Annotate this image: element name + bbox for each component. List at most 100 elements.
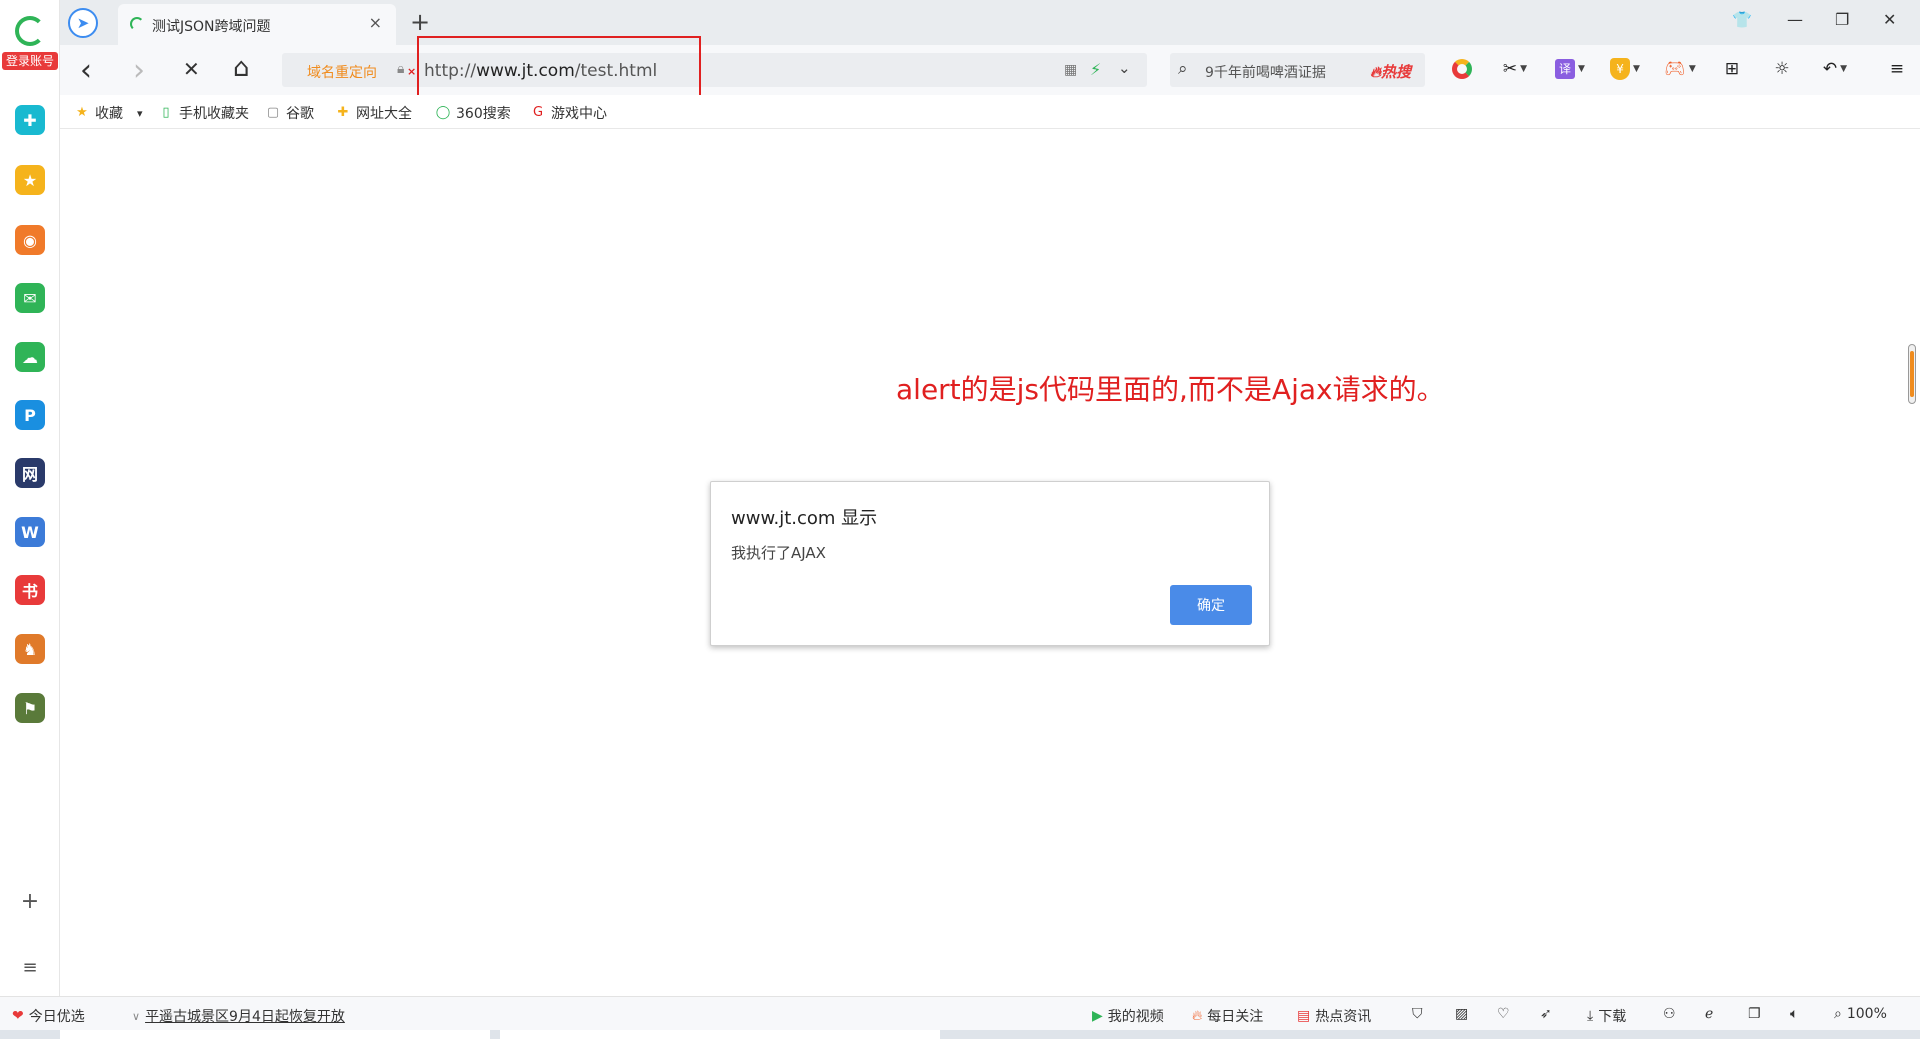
address-bar[interactable]: 域名重定向 🔒︎ × http://www.jt.com/test.html ▦… <box>282 53 1147 87</box>
hot-news-item[interactable]: ▤ 热点资讯 <box>1297 1006 1371 1026</box>
zoom-item[interactable]: ⌕ 100% <box>1834 1006 1887 1022</box>
bookmark-item[interactable]: G 游戏中心 <box>530 103 607 123</box>
taskbar-segment <box>60 1030 490 1039</box>
daily-follow-label: 每日关注 <box>1207 1009 1264 1025</box>
search-suggestion[interactable]: 9千年前喝啤酒证据 <box>1205 62 1326 82</box>
image-icon[interactable]: ▨ <box>1455 1006 1468 1022</box>
daily-follow-item[interactable]: 🔥︎ 每日关注 <box>1192 1006 1263 1026</box>
my-video-item[interactable]: ▶ 我的视频 <box>1092 1006 1164 1026</box>
volume-icon[interactable]: 🔈︎ <box>1790 1006 1798 1022</box>
plus-circle-icon[interactable]: ✚ <box>15 105 45 135</box>
qrcode-icon[interactable]: ▦ <box>1064 62 1077 78</box>
browser-logo[interactable]: 登录账号 <box>2 14 58 74</box>
today-picks-label: 今日优选 <box>28 1009 85 1025</box>
translate-icon[interactable]: 译 ▼ <box>1550 57 1590 81</box>
forward-button[interactable]: › <box>133 53 145 88</box>
ie-mode-icon[interactable]: ℯ <box>1705 1006 1713 1022</box>
hot-news-label: 热点资讯 <box>1315 1009 1372 1025</box>
speed-mode-icon[interactable]: ⚡ <box>1090 60 1101 79</box>
bookmark-label: 谷歌 <box>286 106 314 122</box>
download-item[interactable]: ⤓ 下载 <box>1587 1006 1626 1026</box>
phone-icon: ▯ <box>162 105 170 120</box>
bookmark-item[interactable]: ✚ 网址大全 <box>335 103 412 123</box>
new-tab-button[interactable]: + <box>410 8 430 36</box>
hot-search-label[interactable]: 🔥︎热搜 <box>1370 61 1411 82</box>
rocket-icon[interactable]: ➶ <box>1540 1006 1552 1022</box>
minimize-button[interactable]: — <box>1787 10 1803 29</box>
p-app-icon[interactable]: P <box>15 400 45 430</box>
bookmark-item[interactable]: ▯ 手机收藏夹 <box>158 103 249 123</box>
title-bar: ➤ 测试JSON跨域问题 × + 👕 — ❐ ✕ <box>60 0 1920 45</box>
game-icon-1[interactable]: ♞ <box>15 634 45 664</box>
restore-button[interactable]: ❐ <box>1835 10 1849 29</box>
sidebar-menu-icon[interactable]: ≡ <box>18 956 42 980</box>
close-window-button[interactable]: ✕ <box>1883 10 1896 29</box>
bookmark-item[interactable]: ▢ 谷歌 <box>265 103 314 123</box>
back-button[interactable]: ‹ <box>80 53 92 88</box>
status-bar: ❤ 今日优选 ∨ 平遥古城景区9月4日起恢复开放 ▶ 我的视频 🔥︎ 每日关注 ▤ 热点资… <box>0 996 1920 1030</box>
browser-window: 登录账号 ✚ ★ ◉ ✉ ☁ P 网 W 书 ♞ ⚑ + ≡ ➤ 测试JSON跨域问题 × + 👕 … <box>0 0 1920 1039</box>
bookmark-dropdown-icon[interactable]: ▾ <box>137 107 143 120</box>
incognito-icon[interactable]: ⚇ <box>1663 1006 1676 1022</box>
main-menu-icon[interactable]: ≡ <box>1885 57 1909 81</box>
screenshot-scissors-icon[interactable]: ✂ ▼ <box>1495 57 1535 81</box>
skin-icon[interactable]: 👕 <box>1732 10 1752 29</box>
add-app-button[interactable]: + <box>18 890 42 914</box>
game-ask-icon[interactable]: 网 <box>15 458 45 488</box>
bookmark-label: 游戏中心 <box>551 106 607 122</box>
web-icon: ✚ <box>337 105 349 120</box>
page-icon: ▢ <box>266 105 280 120</box>
tab-close-icon[interactable]: × <box>369 13 382 32</box>
scrollbar-thumb[interactable] <box>1910 351 1914 397</box>
health-heart-icon[interactable]: ♡ <box>1497 1006 1510 1022</box>
weibo-icon[interactable]: ◉ <box>15 225 45 255</box>
star-icon[interactable]: ★ <box>15 165 45 195</box>
heart-icon: ❤ <box>12 1008 24 1024</box>
apps-grid-icon[interactable]: ⊞ <box>1720 57 1744 81</box>
shield-icon[interactable]: ⛉ <box>1412 1006 1423 1022</box>
brightness-icon[interactable]: ☼ <box>1770 57 1794 81</box>
domain-redirect-label[interactable]: 域名重定向 <box>307 62 377 82</box>
search360-icon: ◯ <box>435 105 451 120</box>
dialog-message: 我执行了AJAX <box>731 544 826 562</box>
hot-search-text: 热搜 <box>1381 63 1412 81</box>
gamepad-icon[interactable]: 🎮︎ ▼ <box>1660 57 1700 81</box>
tab-title: 测试JSON跨域问题 <box>152 19 271 35</box>
bookmark-label: 手机收藏夹 <box>179 106 249 122</box>
browser-e-icon <box>15 16 45 46</box>
mail-icon[interactable]: ✉ <box>15 283 45 313</box>
dialog-ok-button[interactable]: 确定 <box>1170 585 1252 625</box>
download-label: 下载 <box>1598 1009 1627 1025</box>
star-icon: ★ <box>76 105 88 120</box>
taskbar-strip <box>0 1030 1920 1039</box>
bookmark-item[interactable]: ◯ 360搜索 <box>435 103 511 123</box>
left-sidebar: 登录账号 ✚ ★ ◉ ✉ ☁ P 网 W 书 ♞ ⚑ + ≡ <box>0 0 60 996</box>
my-video-label: 我的视频 <box>1107 1009 1164 1025</box>
stop-loading-button[interactable]: ✕ <box>183 57 200 81</box>
home-button[interactable]: ⌂ <box>233 53 250 83</box>
taskbar-segment <box>500 1030 940 1039</box>
video-play-icon: ▶ <box>1092 1008 1103 1024</box>
game-center-icon: G <box>532 105 544 120</box>
undo-icon[interactable]: ↶ ▼ <box>1815 57 1855 81</box>
news-ticker-item[interactable]: ∨ 平遥古城景区9月4日起恢复开放 <box>132 1006 345 1026</box>
document-icon[interactable]: W <box>15 517 45 547</box>
today-picks-item[interactable]: ❤ 今日优选 <box>12 1006 85 1026</box>
tab-active[interactable]: 测试JSON跨域问题 × <box>118 4 396 45</box>
cloud-icon[interactable]: ☁ <box>15 342 45 372</box>
chevron-down-icon[interactable]: ⌄ <box>1118 59 1131 77</box>
chrome-icon[interactable] <box>1450 57 1474 81</box>
login-account-button[interactable]: 登录账号 <box>2 52 58 70</box>
game-icon-2[interactable]: ⚑ <box>15 693 45 723</box>
page-scrollbar[interactable] <box>1908 344 1916 404</box>
lock-icon: 🔒︎ <box>397 61 405 77</box>
news-icon: ▤ <box>1297 1008 1311 1024</box>
zoom-label: 100% <box>1846 1006 1887 1022</box>
bookmark-item[interactable]: ★ 收藏 ▾ <box>74 103 143 123</box>
navigation-compass-icon[interactable]: ➤ <box>68 8 98 38</box>
search-box[interactable]: ⌕ 9千年前喝啤酒证据 🔥︎热搜 <box>1170 53 1425 87</box>
xiaohongshu-icon[interactable]: 书 <box>15 575 45 605</box>
coupon-shield-icon[interactable]: ¥ ▼ <box>1605 57 1645 81</box>
bookmark-label: 网址大全 <box>356 106 412 122</box>
window-icon[interactable]: ❐ <box>1748 1006 1761 1022</box>
